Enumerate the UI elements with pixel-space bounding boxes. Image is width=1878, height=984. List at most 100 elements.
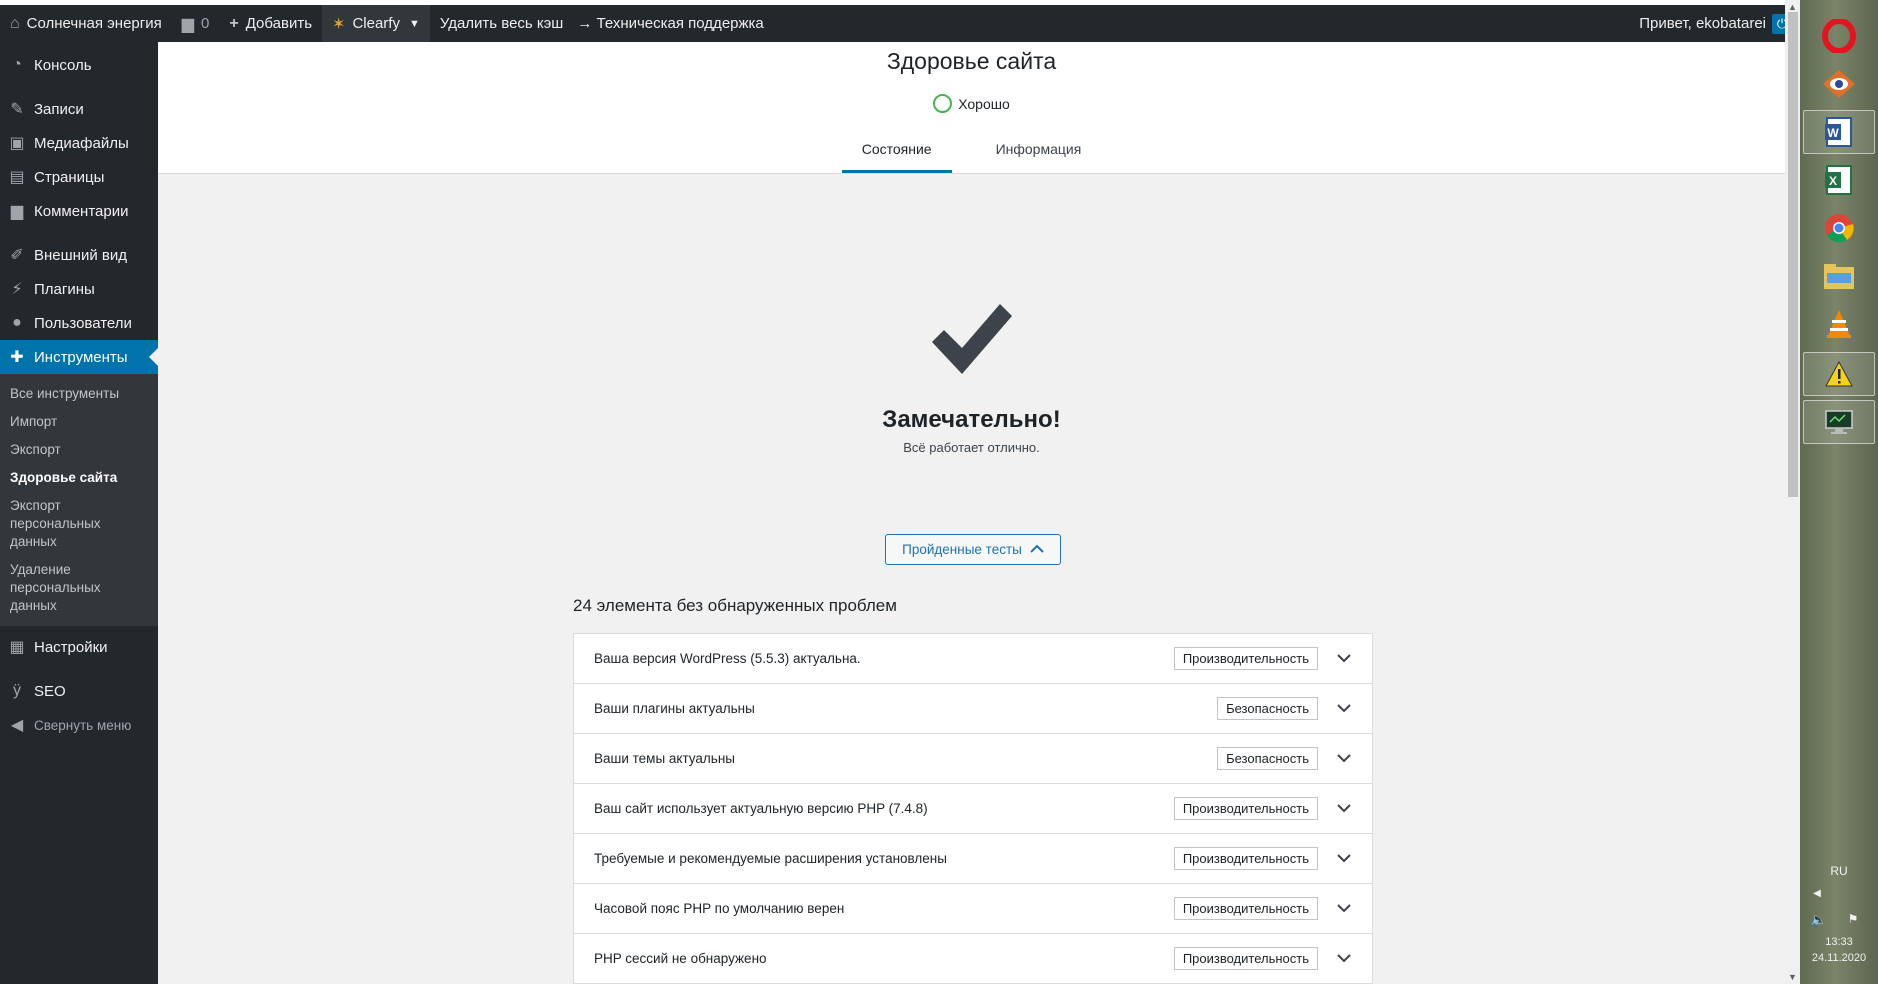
action-center-flag-icon[interactable]: ⚑ bbox=[1814, 912, 1878, 926]
sidebar-item-plugins[interactable]: ⚡ Плагины bbox=[0, 272, 158, 306]
chevron-down-icon[interactable] bbox=[1336, 801, 1352, 817]
collapse-icon: ◀ bbox=[10, 717, 24, 734]
excel-icon[interactable]: X bbox=[1803, 158, 1875, 202]
sidebar-item-label: Инструменты bbox=[34, 348, 128, 366]
sidebar-item-appearance[interactable]: ✐ Внешний вид bbox=[0, 238, 158, 272]
page-title: Здоровье сайта bbox=[886, 48, 1057, 74]
clearfy-logo-icon: ✶ bbox=[332, 15, 346, 33]
sidebar-item-tools[interactable]: ✚ Инструменты bbox=[0, 340, 158, 374]
purge-cache-link[interactable]: Удалить весь кэш bbox=[430, 5, 573, 42]
wrench-icon: ✚ bbox=[10, 349, 24, 366]
admin-bar: ⌂ Солнечная энергия ▆ 0 + Добавить ✶ Cle… bbox=[0, 5, 1800, 42]
user-icon: ● bbox=[12, 314, 22, 331]
submenu-item-site-health[interactable]: Здоровье сайта bbox=[0, 464, 158, 492]
chevron-down-icon[interactable] bbox=[1336, 751, 1352, 767]
chevron-down-icon[interactable] bbox=[1336, 701, 1352, 717]
passed-section-title: 24 элемента без обнаруженных проблем bbox=[573, 596, 897, 615]
chevron-down-icon[interactable] bbox=[1336, 951, 1352, 967]
page-scrollbar[interactable]: ▲ ▼ bbox=[1785, 0, 1800, 984]
sidebar-item-comments[interactable]: ▆ Комментарии bbox=[0, 194, 158, 228]
chevron-up-icon bbox=[1030, 541, 1044, 558]
sidebar-item-label: SEO bbox=[34, 682, 66, 700]
remote-desktop-icon[interactable] bbox=[1803, 400, 1875, 444]
result-headline: Замечательно! bbox=[882, 406, 1061, 433]
tab-status[interactable]: Состояние bbox=[841, 141, 952, 173]
word-icon[interactable]: W bbox=[1803, 110, 1875, 154]
test-badge: Безопасность bbox=[1217, 697, 1318, 720]
dashboard-icon: ◔ bbox=[12, 56, 22, 73]
chevron-down-icon[interactable] bbox=[1336, 851, 1352, 867]
sidebar-item-label: Страницы bbox=[34, 168, 105, 186]
file-explorer-icon[interactable] bbox=[1803, 254, 1875, 298]
purge-cache-label: Удалить весь кэш bbox=[439, 15, 564, 32]
test-row[interactable]: Ваша версия WordPress (5.5.3) актуальна.… bbox=[574, 634, 1372, 684]
sidebar-item-label: Консоль bbox=[34, 56, 92, 74]
sidebar-item-seo[interactable]: ÿ SEO bbox=[0, 674, 158, 708]
vlc-icon[interactable] bbox=[1803, 302, 1875, 346]
clearfy-menu[interactable]: ✶ Clearfy ▼ bbox=[322, 5, 430, 42]
chevron-down-icon[interactable] bbox=[1336, 651, 1352, 667]
site-name-link[interactable]: ⌂ Солнечная энергия bbox=[0, 5, 172, 42]
submenu-item-export-personal-data[interactable]: Экспорт персональных данных bbox=[0, 492, 158, 556]
scroll-down-arrow-icon[interactable]: ▼ bbox=[1788, 972, 1797, 982]
support-link[interactable]: → Техническая поддержка bbox=[573, 5, 773, 42]
test-row[interactable]: Ваши темы актуальны Безопасность bbox=[574, 734, 1372, 784]
comment-icon: ▆ bbox=[10, 203, 24, 220]
svg-text:W: W bbox=[1827, 126, 1839, 140]
comments-link[interactable]: ▆ 0 bbox=[172, 5, 220, 42]
opera-icon[interactable] bbox=[1803, 14, 1875, 58]
test-label: Часовой пояс PHP по умолчанию верен bbox=[594, 901, 845, 916]
warning-app-icon[interactable] bbox=[1803, 352, 1875, 396]
chevron-down-icon: ▼ bbox=[408, 17, 420, 30]
sidebar-item-label: Внешний вид bbox=[34, 246, 127, 264]
test-badge: Производительность bbox=[1173, 797, 1318, 820]
eye-app-icon[interactable] bbox=[1803, 62, 1875, 106]
submenu-item-import[interactable]: Импорт bbox=[0, 408, 158, 436]
tools-submenu: Все инструменты Импорт Экспорт Здоровье … bbox=[0, 374, 158, 626]
test-row[interactable]: Ваши плагины актуальны Безопасность bbox=[574, 684, 1372, 734]
comments-count: 0 bbox=[201, 15, 210, 32]
test-badge: Производительность bbox=[1173, 847, 1318, 870]
chrome-icon[interactable] bbox=[1803, 206, 1875, 250]
test-row[interactable]: Часовой пояс PHP по умолчанию верен Прои… bbox=[574, 884, 1372, 934]
submenu-item-all-tools[interactable]: Все инструменты bbox=[0, 380, 158, 408]
test-label: Ваша версия WordPress (5.5.3) актуальна. bbox=[594, 651, 861, 666]
main-content: Замечательно! Всё работает отлично. Прой… bbox=[158, 174, 1785, 984]
page-icon: ▤ bbox=[9, 169, 25, 186]
test-badge: Производительность bbox=[1173, 897, 1318, 920]
chevron-down-icon[interactable] bbox=[1336, 901, 1352, 917]
clock-time[interactable]: 13:33 bbox=[1800, 936, 1878, 948]
add-new-link[interactable]: + Добавить bbox=[219, 5, 322, 42]
tray-expand-arrow-icon[interactable]: ◀ bbox=[1778, 888, 1856, 899]
sidebar-item-settings[interactable]: ▦ Настройки bbox=[0, 630, 158, 664]
sidebar-item-media[interactable]: ▣ Медиафайлы bbox=[0, 126, 158, 160]
sidebar-item-dashboard[interactable]: ◔ Консоль bbox=[0, 48, 158, 82]
sidebar-item-label: Пользователи bbox=[34, 314, 132, 332]
result-subheadline: Всё работает отлично. bbox=[903, 440, 1040, 455]
yoast-icon: ÿ bbox=[13, 682, 21, 699]
passed-tests-toggle-button[interactable]: Пройденные тесты bbox=[885, 534, 1061, 565]
test-row[interactable]: Ваш сайт использует актуальную версию PH… bbox=[574, 784, 1372, 834]
health-status-label: Хорошо bbox=[958, 95, 1010, 112]
clock-date[interactable]: 24.11.2020 bbox=[1800, 952, 1878, 964]
submenu-item-export[interactable]: Экспорт bbox=[0, 436, 158, 464]
tab-info[interactable]: Информация bbox=[976, 141, 1102, 173]
test-row[interactable]: Требуемые и рекомендуемые расширения уст… bbox=[574, 834, 1372, 884]
collapse-menu-button[interactable]: ◀ Свернуть меню bbox=[0, 708, 158, 742]
scroll-up-arrow-icon[interactable]: ▲ bbox=[1788, 2, 1797, 12]
scrollbar-thumb[interactable] bbox=[1788, 12, 1798, 497]
test-row[interactable]: PHP сессий не обнаружено Производительно… bbox=[574, 934, 1372, 984]
sidebar-item-posts[interactable]: ✎ Записи bbox=[0, 92, 158, 126]
big-checkmark bbox=[158, 302, 1785, 378]
user-account-menu[interactable]: Привет, ekobatarei ⏻ bbox=[1629, 5, 1800, 42]
sidebar-item-pages[interactable]: ▤ Страницы bbox=[0, 160, 158, 194]
brush-icon: ✐ bbox=[10, 247, 24, 264]
keyboard-language[interactable]: RU bbox=[1800, 864, 1878, 878]
sidebar-item-users[interactable]: ● Пользователи bbox=[0, 306, 158, 340]
sidebar-item-label: Настройки bbox=[34, 638, 108, 656]
comment-icon: ▆ bbox=[181, 15, 195, 33]
test-badge: Производительность bbox=[1173, 647, 1318, 670]
settings-icon: ▦ bbox=[9, 639, 25, 656]
submenu-item-erase-personal-data[interactable]: Удаление персональных данных bbox=[0, 556, 158, 620]
windows-taskbar: W X RU ◀ 🔈 ⚑ 13:33 24.11.2020 bbox=[1800, 0, 1878, 984]
